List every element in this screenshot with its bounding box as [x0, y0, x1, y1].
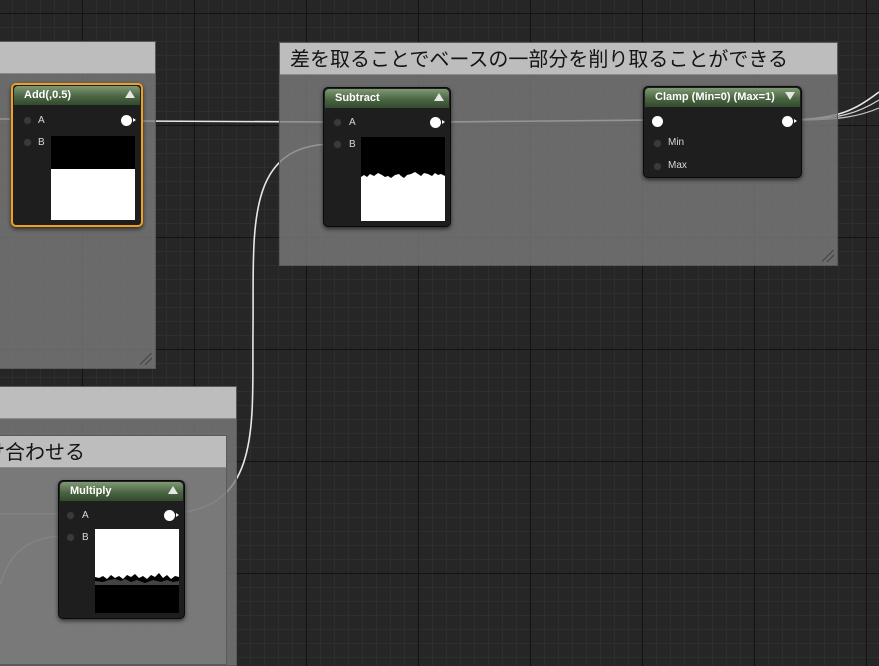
pin-label-b: B	[349, 139, 356, 150]
pin-label-b: B	[38, 137, 45, 148]
input-pin-a[interactable]	[66, 511, 75, 520]
node-clamp[interactable]: Clamp (Min=0) (Max=1) Min Max	[643, 86, 802, 178]
collapse-arrow-icon[interactable]	[168, 486, 178, 494]
resize-handle-icon[interactable]	[822, 250, 834, 262]
output-pin[interactable]	[430, 117, 445, 128]
pin-label-a: A	[82, 510, 89, 521]
texture-preview	[95, 529, 179, 613]
node-multiply[interactable]: Multiply A B	[58, 480, 185, 619]
output-pin[interactable]	[121, 115, 136, 126]
pin-label-a: A	[38, 115, 45, 126]
input-pin[interactable]	[652, 116, 663, 127]
output-pin[interactable]	[782, 116, 797, 127]
comment-title[interactable]: 掛け合わせる	[0, 436, 226, 468]
input-pin-a[interactable]	[23, 116, 32, 125]
output-pin[interactable]	[164, 510, 179, 521]
comment-title[interactable]	[0, 387, 236, 419]
comment-title[interactable]	[0, 42, 155, 74]
input-pin-max[interactable]	[653, 162, 662, 171]
node-title: Multiply	[60, 482, 183, 501]
texture-preview	[361, 137, 445, 221]
collapse-arrow-icon[interactable]	[125, 90, 135, 98]
resize-handle-icon[interactable]	[140, 353, 152, 365]
comment-title[interactable]: 差を取ることでベースの一部分を削り取ることができる	[280, 43, 837, 75]
node-title: Subtract	[325, 89, 449, 108]
input-pin-b[interactable]	[333, 140, 342, 149]
node-subtract[interactable]: Subtract A B	[323, 87, 451, 227]
input-pin-b[interactable]	[66, 533, 75, 542]
pin-label-max: Max	[668, 160, 687, 171]
node-title: Clamp (Min=0) (Max=1)	[645, 88, 800, 107]
node-add[interactable]: Add(,0.5) A B	[11, 83, 143, 227]
input-pin-min[interactable]	[653, 139, 662, 148]
input-pin-b[interactable]	[23, 138, 32, 147]
node-title: Add(,0.5)	[14, 86, 140, 105]
texture-preview	[51, 136, 135, 220]
expand-arrow-icon[interactable]	[785, 92, 795, 100]
collapse-arrow-icon[interactable]	[434, 93, 444, 101]
pin-label-a: A	[349, 117, 356, 128]
pin-label-min: Min	[668, 137, 685, 148]
pin-label-b: B	[82, 532, 89, 543]
input-pin-a[interactable]	[333, 118, 342, 127]
